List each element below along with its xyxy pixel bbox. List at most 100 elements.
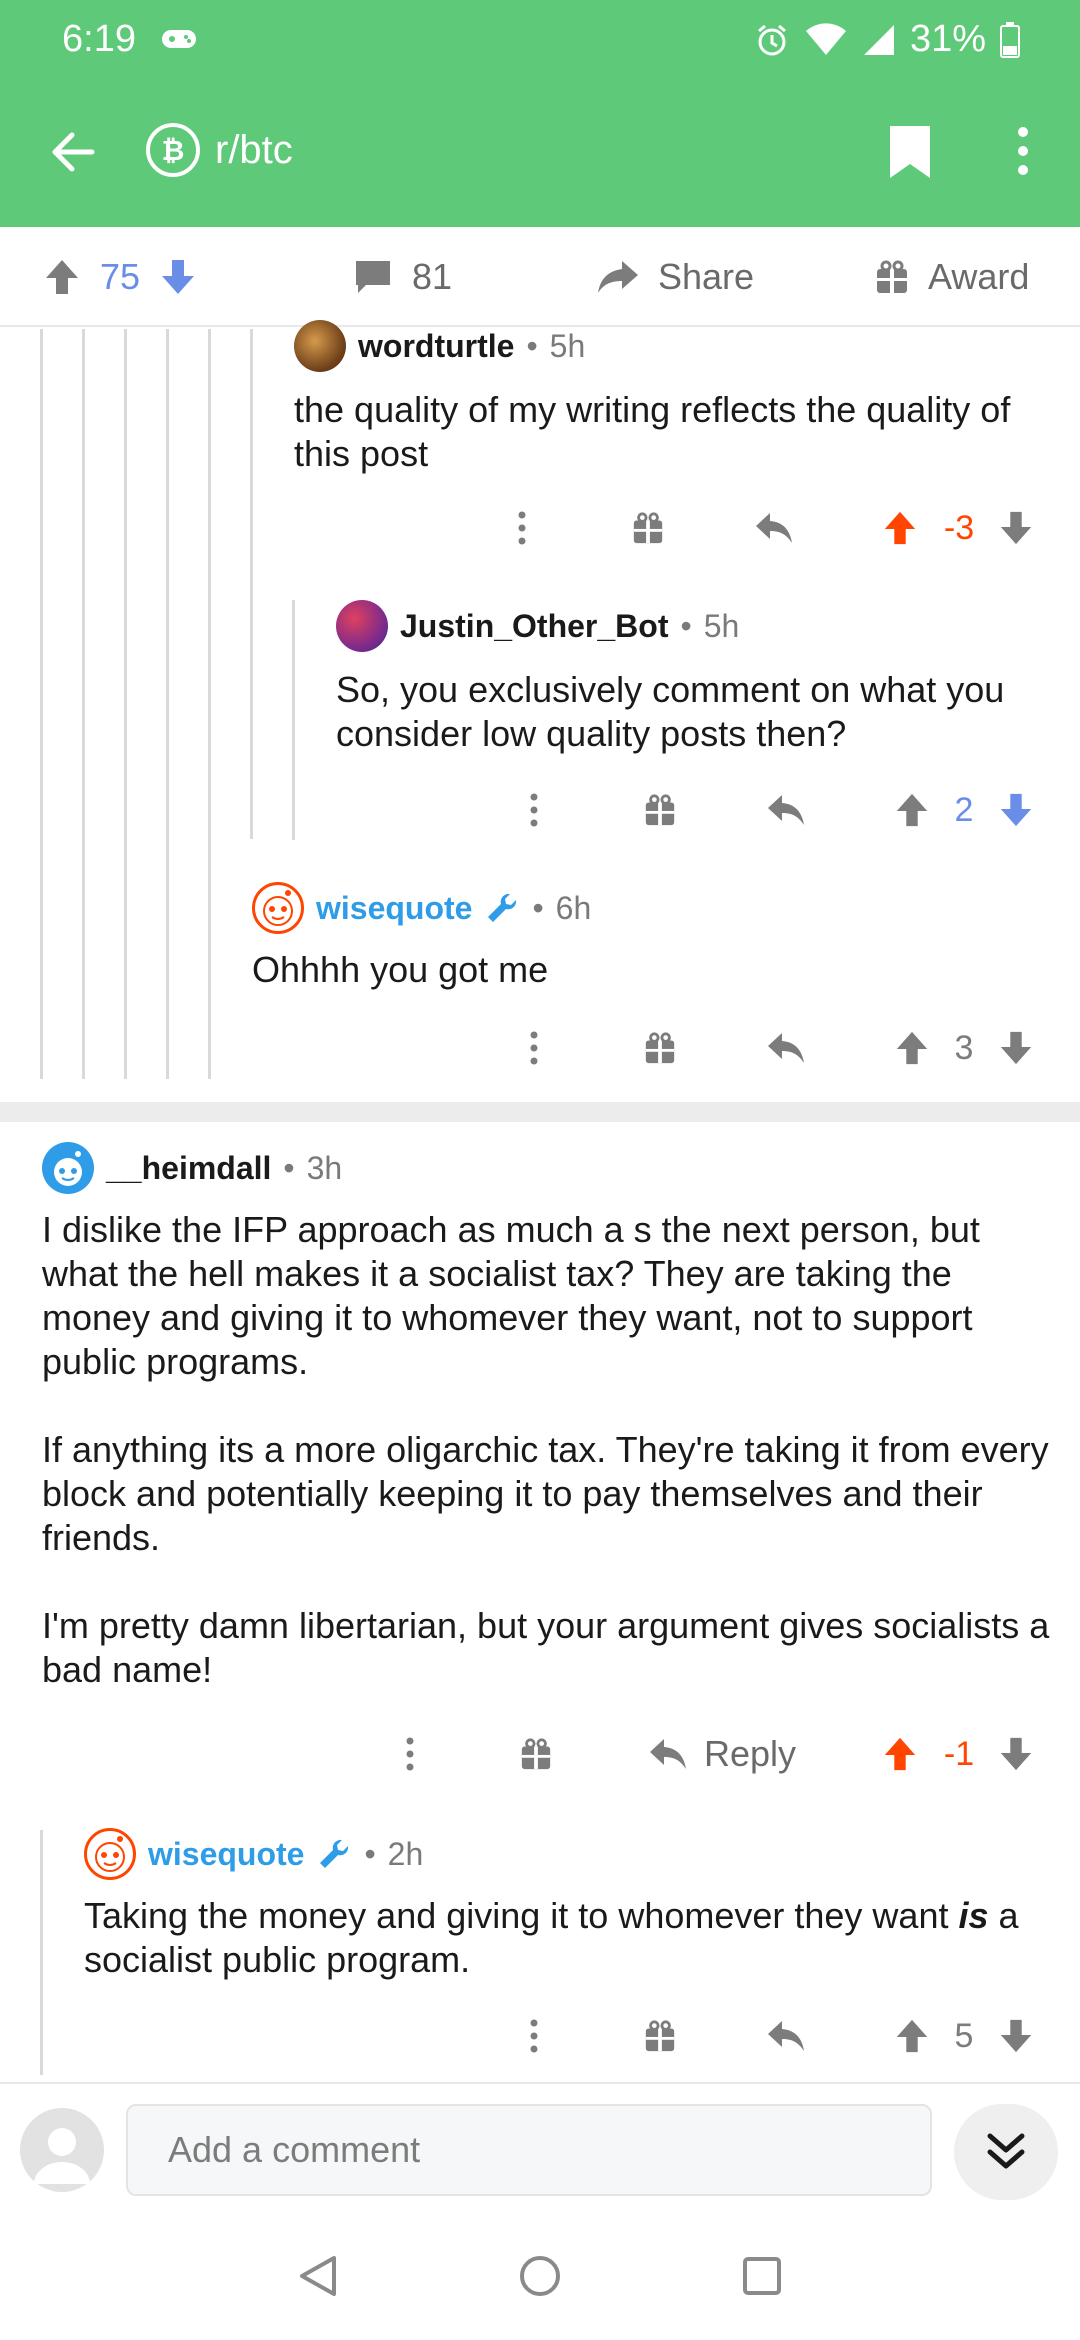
comment-score: 5 — [954, 2016, 974, 2055]
nav-recents-icon — [743, 2257, 781, 2295]
comments-button[interactable]: 81 — [352, 227, 452, 327]
more-options-button[interactable] — [393, 1724, 427, 1784]
avatar[interactable] — [84, 1828, 136, 1880]
downvote-button[interactable] — [996, 2006, 1036, 2066]
reply-button[interactable]: Reply — [642, 1724, 802, 1784]
comment-actions: -3 — [0, 498, 1080, 558]
more-vert-icon — [518, 511, 526, 545]
more-options-button[interactable] — [517, 780, 551, 840]
post-vote-group: 75 — [42, 227, 198, 327]
thread-line[interactable] — [82, 329, 85, 1079]
downvote-button[interactable] — [996, 780, 1036, 840]
reply-button[interactable] — [764, 2006, 808, 2066]
award-button[interactable] — [628, 498, 668, 558]
reply-label: Reply — [703, 1733, 797, 1774]
reply-button[interactable] — [752, 498, 796, 558]
downvote-button[interactable] — [996, 1018, 1036, 1078]
comment-input[interactable]: Add a comment — [126, 2104, 932, 2196]
avatar[interactable] — [42, 1142, 94, 1194]
downvote-icon[interactable] — [158, 257, 198, 297]
meta-separator: • — [680, 607, 692, 644]
subreddit-title[interactable]: ₿ r/btc — [145, 122, 293, 178]
battery-icon — [1000, 21, 1020, 58]
svg-text:₿: ₿ — [162, 134, 185, 167]
comment-score: -1 — [943, 1734, 975, 1773]
upvote-button[interactable] — [892, 2006, 932, 2066]
user-icon — [34, 2128, 90, 2184]
gift-icon — [877, 260, 907, 293]
award-button[interactable]: Award — [874, 227, 1029, 327]
upvote-icon[interactable] — [42, 257, 82, 297]
comment-body: the quality of my writing reflects the q… — [294, 389, 1011, 474]
reply-button[interactable] — [764, 1018, 808, 1078]
wrench-icon — [320, 1839, 349, 1868]
game-controller-icon — [160, 26, 198, 57]
downvote-icon — [1000, 793, 1032, 827]
upvote-icon — [896, 2019, 928, 2053]
avatar[interactable] — [294, 320, 346, 372]
meta-separator: • — [526, 327, 538, 364]
more-options-button[interactable] — [517, 2006, 551, 2066]
user-avatar[interactable] — [20, 2108, 104, 2192]
comment-body: So, you exclusively comment on what you … — [336, 669, 1005, 754]
award-button[interactable] — [516, 1724, 556, 1784]
award-label: Award — [928, 256, 1030, 297]
bookmark-button[interactable] — [888, 124, 932, 185]
more-options-button[interactable] — [1008, 126, 1038, 181]
back-arrow-icon — [52, 132, 95, 172]
expand-button[interactable] — [954, 2104, 1058, 2200]
upvote-button[interactable] — [880, 498, 920, 558]
reply-button[interactable] — [764, 780, 808, 840]
nav-back-button[interactable] — [294, 2252, 342, 2305]
avatar[interactable] — [252, 882, 304, 934]
reply-icon — [768, 795, 804, 825]
nav-home-button[interactable] — [516, 2252, 564, 2305]
comment-actions: 2 — [0, 780, 1080, 840]
downvote-icon — [1000, 1031, 1032, 1065]
share-button[interactable]: Share — [596, 227, 754, 327]
award-button[interactable] — [640, 1018, 680, 1078]
back-button[interactable] — [48, 127, 98, 182]
reply-icon — [649, 1739, 686, 1769]
upvote-button[interactable] — [880, 1724, 920, 1784]
reply-icon — [756, 513, 792, 543]
nav-home-icon — [520, 2256, 560, 2296]
more-options-button[interactable] — [517, 1018, 551, 1078]
comment-count: 81 — [412, 256, 453, 297]
bitcoin-icon: ₿ — [146, 123, 200, 177]
meta-separator: • — [532, 889, 544, 926]
status-right: 31% — [754, 18, 1020, 61]
compose-bar: Add a comment — [0, 2082, 1080, 2212]
upvote-button[interactable] — [892, 780, 932, 840]
upvote-button[interactable] — [892, 1018, 932, 1078]
share-icon — [598, 261, 638, 293]
award-button[interactable] — [640, 2006, 680, 2066]
comment-author[interactable]: wisequote — [316, 890, 472, 927]
comment-author[interactable]: wordturtle — [358, 328, 514, 365]
more-vert-icon — [530, 2019, 538, 2053]
comment-author[interactable]: wisequote — [148, 1836, 304, 1873]
downvote-button[interactable] — [996, 1724, 1036, 1784]
upvote-icon — [896, 793, 928, 827]
comment-author[interactable]: Justin_Other_Bot — [400, 608, 668, 645]
more-options-button[interactable] — [505, 498, 539, 558]
comment-wordturtle: wordturtle • 5h the quality of my writin… — [294, 320, 1064, 476]
post-score: 75 — [100, 256, 141, 297]
thread-line[interactable] — [40, 329, 43, 1079]
comment-wisequote-reply: wisequote • 2h Taking the money and givi… — [84, 1828, 1064, 1982]
post-action-bar: 75 81 Share Award — [0, 227, 1080, 327]
downvote-button[interactable] — [996, 498, 1036, 558]
downvote-icon — [1000, 511, 1032, 545]
nav-recents-button[interactable] — [738, 2252, 786, 2305]
gift-icon — [645, 2020, 675, 2052]
thread-line[interactable] — [124, 329, 127, 1079]
thread-line[interactable] — [166, 329, 169, 1079]
comment-actions: 3 — [0, 1018, 1080, 1078]
comment-author[interactable]: __heimdall — [106, 1150, 271, 1187]
comment-heimdall: __heimdall • 3h I dislike the IFP approa… — [42, 1142, 1062, 1692]
avatar[interactable] — [336, 600, 388, 652]
thread-line[interactable] — [208, 329, 211, 1079]
comment-age: 2h — [387, 1835, 424, 1872]
award-button[interactable] — [640, 780, 680, 840]
thread-line[interactable] — [250, 329, 253, 839]
